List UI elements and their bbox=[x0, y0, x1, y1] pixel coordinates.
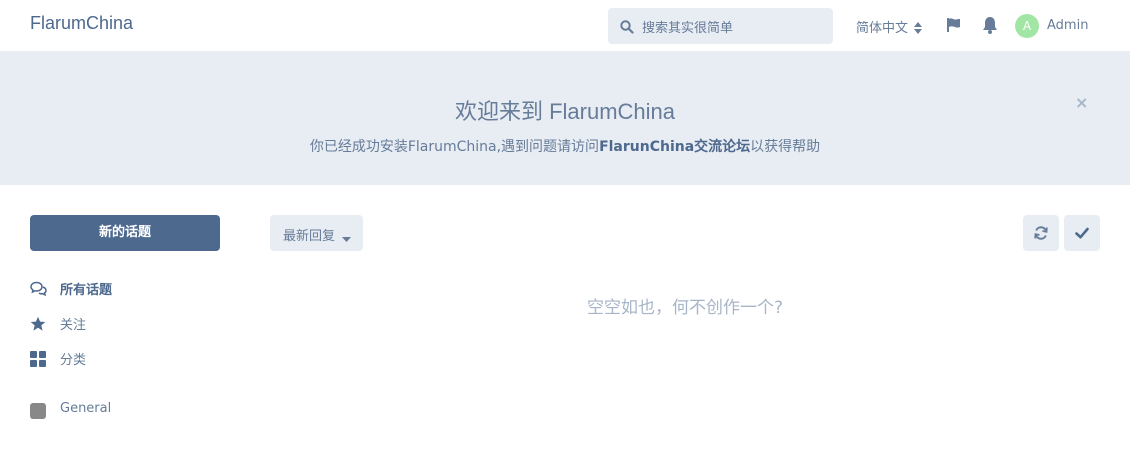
sidebar-item-label: 分类 bbox=[60, 353, 87, 368]
sidebar-item-label: 所有话题 bbox=[60, 283, 113, 298]
avatar[interactable]: A bbox=[1015, 14, 1039, 38]
sort-dropdown[interactable]: 最新回复 bbox=[270, 215, 363, 251]
check-icon bbox=[1075, 227, 1089, 239]
forum-link[interactable]: FlarunChina交流论坛 bbox=[599, 139, 750, 155]
welcome-hero: 欢迎来到 FlarumChina 你已经成功安装FlarumChina,遇到问题… bbox=[0, 52, 1130, 185]
mark-all-read-button[interactable] bbox=[1064, 215, 1100, 251]
search-input[interactable]: 搜索其实很简单 bbox=[608, 8, 833, 44]
refresh-icon bbox=[1034, 226, 1048, 240]
brand-logo[interactable]: FlarumChina bbox=[30, 13, 133, 34]
grid-icon bbox=[30, 351, 46, 371]
tag-color-swatch bbox=[30, 403, 46, 419]
search-placeholder: 搜索其实很简单 bbox=[642, 21, 734, 36]
bell-icon[interactable] bbox=[982, 16, 998, 38]
hero-desc-text: 你已经成功安装FlarumChina,遇到问题请访问 bbox=[309, 139, 600, 155]
header-bar: FlarumChina 搜索其实很简单 简体中文 A Admin bbox=[0, 0, 1130, 52]
sidebar-tag-label: General bbox=[60, 401, 112, 416]
empty-placeholder: 空空如也，何不创作一个? bbox=[586, 298, 784, 318]
comments-icon bbox=[30, 281, 47, 300]
flag-icon[interactable] bbox=[946, 17, 962, 37]
sort-label: 最新回复 bbox=[283, 229, 336, 244]
hero-title: 欢迎来到 FlarumChina bbox=[454, 99, 676, 124]
star-icon bbox=[30, 316, 46, 336]
search-icon bbox=[620, 19, 634, 38]
new-discussion-button[interactable]: 新的话题 bbox=[30, 215, 220, 251]
close-icon[interactable]: × bbox=[1075, 93, 1088, 112]
username[interactable]: Admin bbox=[1047, 18, 1088, 33]
sort-caret-icon bbox=[914, 19, 922, 38]
hero-description: 你已经成功安装FlarumChina,遇到问题请访问FlarunChina交流论… bbox=[0, 136, 1130, 156]
refresh-button[interactable] bbox=[1023, 215, 1059, 251]
language-selector[interactable]: 简体中文 bbox=[856, 17, 908, 36]
hero-desc-suffix: 以获得帮助 bbox=[750, 139, 821, 155]
caret-down-icon bbox=[342, 231, 351, 246]
sidebar-item-label: 关注 bbox=[60, 318, 87, 333]
